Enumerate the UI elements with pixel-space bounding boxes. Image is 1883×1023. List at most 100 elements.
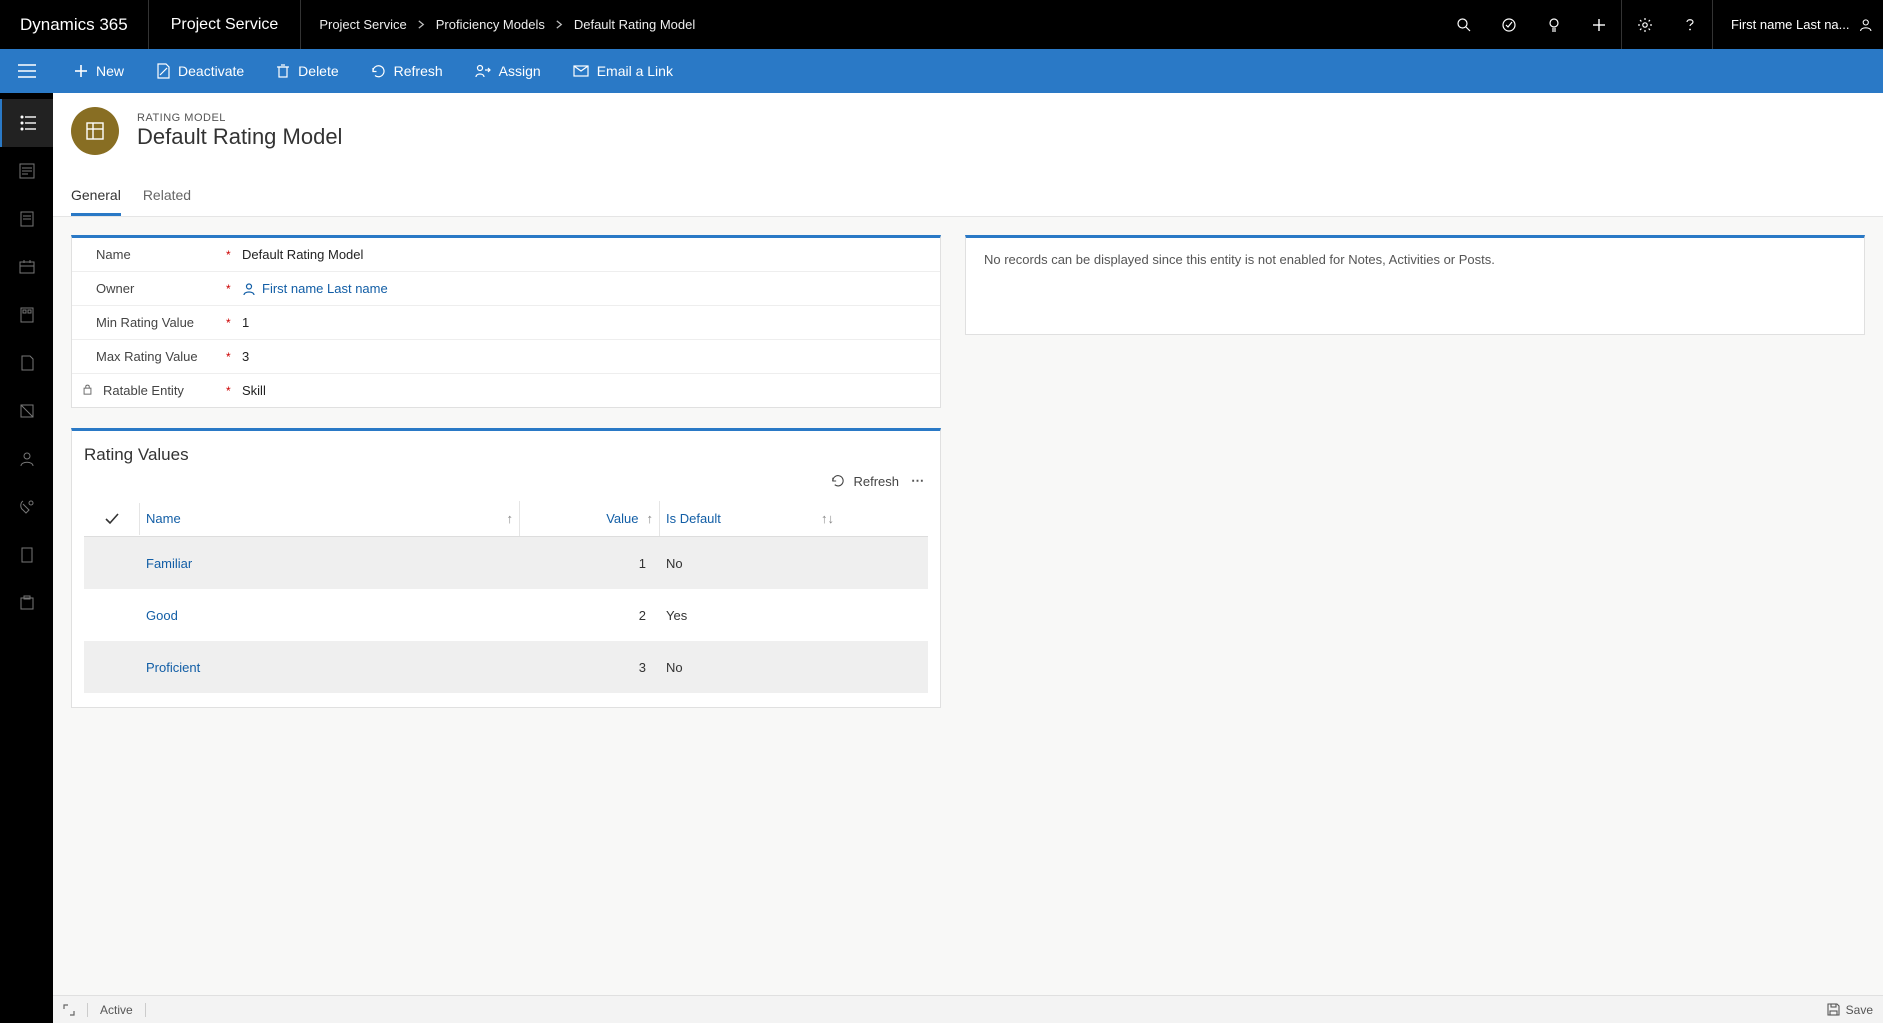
sort-both-icon: ↑↓: [821, 511, 834, 526]
min-rating-field[interactable]: 1: [242, 315, 249, 330]
chevron-right-icon: [555, 20, 564, 29]
search-icon[interactable]: [1441, 0, 1486, 49]
tab-related[interactable]: Related: [143, 187, 191, 216]
record-kicker: RATING MODEL: [137, 112, 342, 124]
save-button[interactable]: Save: [1827, 1003, 1873, 1017]
record-entity-icon: [71, 107, 119, 155]
owner-name: First name Last name: [262, 281, 388, 296]
label-name: Name: [96, 247, 226, 262]
delete-label: Delete: [298, 63, 338, 79]
column-select[interactable]: [84, 503, 140, 535]
table-row[interactable]: Good2Yes: [84, 589, 928, 641]
command-bar: New Deactivate Delete Refresh Assign Ema…: [0, 49, 1883, 93]
email-label: Email a Link: [597, 63, 673, 79]
label-max-rating: Max Rating Value: [96, 349, 226, 364]
record-state: Active: [100, 1003, 133, 1017]
rail-item-11[interactable]: [0, 579, 53, 627]
column-is-default[interactable]: Is Default ↑↓: [660, 501, 840, 536]
breadcrumb-item[interactable]: Proficiency Models: [436, 17, 545, 32]
owner-field[interactable]: First name Last name: [242, 281, 388, 296]
rail-item-8[interactable]: [0, 435, 53, 483]
cell-name[interactable]: Familiar: [140, 556, 520, 571]
tab-general[interactable]: General: [71, 187, 121, 216]
column-value[interactable]: Value ↑: [520, 501, 660, 536]
refresh-icon: [831, 474, 845, 488]
email-icon: [573, 65, 589, 77]
required-marker: *: [226, 350, 242, 364]
divider: [87, 1003, 88, 1017]
timeline-panel: No records can be displayed since this e…: [965, 235, 1865, 335]
rail-item-2[interactable]: [0, 147, 53, 195]
rail-item-1[interactable]: [0, 99, 53, 147]
save-label: Save: [1846, 1003, 1873, 1017]
column-name[interactable]: Name ↑: [140, 501, 520, 536]
new-button[interactable]: New: [62, 49, 136, 93]
page-body: RATING MODEL Default Rating Model Genera…: [53, 93, 1883, 995]
more-commands-icon[interactable]: ⋯: [911, 473, 926, 489]
refresh-icon: [371, 64, 386, 79]
max-rating-field[interactable]: 3: [242, 349, 249, 364]
rail-item-7[interactable]: [0, 387, 53, 435]
ratable-entity-field: Skill: [242, 383, 266, 398]
sort-asc-icon: ↑: [647, 511, 654, 526]
record-header: RATING MODEL Default Rating Model: [53, 93, 1883, 159]
brand-name[interactable]: Dynamics 365: [0, 0, 149, 49]
save-icon: [1827, 1003, 1840, 1016]
delete-button[interactable]: Delete: [264, 49, 350, 93]
hamburger-icon[interactable]: [0, 49, 53, 93]
timeline-empty-message: No records can be displayed since this e…: [984, 252, 1846, 267]
rail-item-6[interactable]: [0, 339, 53, 387]
plus-icon: [74, 64, 88, 78]
cell-value: 3: [520, 660, 660, 675]
breadcrumb-item[interactable]: Project Service: [319, 17, 406, 32]
cell-value: 1: [520, 556, 660, 571]
site-map-rail: [0, 93, 53, 1023]
subgrid-refresh-label: Refresh: [853, 474, 899, 489]
assign-button[interactable]: Assign: [463, 49, 553, 93]
expand-icon[interactable]: [63, 1004, 75, 1016]
assign-label: Assign: [499, 63, 541, 79]
gear-icon[interactable]: [1622, 0, 1667, 49]
deactivate-icon: [156, 63, 170, 79]
cell-name[interactable]: Good: [140, 608, 520, 623]
refresh-button[interactable]: Refresh: [359, 49, 455, 93]
cell-is-default: No: [660, 556, 840, 571]
plus-icon[interactable]: [1576, 0, 1621, 49]
general-form-panel: Name * Default Rating Model Owner * Firs…: [71, 235, 941, 408]
table-row[interactable]: Proficient3No: [84, 641, 928, 693]
person-icon: [242, 282, 256, 296]
rail-item-9[interactable]: [0, 483, 53, 531]
check-icon: [105, 513, 119, 525]
breadcrumb-item[interactable]: Default Rating Model: [574, 17, 695, 32]
rail-item-5[interactable]: [0, 291, 53, 339]
label-min-rating: Min Rating Value: [96, 315, 226, 330]
cell-is-default: No: [660, 660, 840, 675]
sort-asc-icon: ↑: [507, 511, 514, 526]
assign-icon: [475, 64, 491, 78]
rail-item-10[interactable]: [0, 531, 53, 579]
required-marker: *: [226, 316, 242, 330]
lightbulb-icon[interactable]: [1531, 0, 1576, 49]
app-module-name[interactable]: Project Service: [149, 0, 302, 49]
help-icon[interactable]: [1667, 0, 1712, 49]
form-tabs: General Related: [53, 159, 1883, 217]
rating-values-grid: Familiar1NoGood2YesProficient3No: [84, 537, 928, 693]
rail-item-4[interactable]: [0, 243, 53, 291]
rail-item-3[interactable]: [0, 195, 53, 243]
task-flow-icon[interactable]: [1486, 0, 1531, 49]
lock-icon: [82, 383, 97, 398]
deactivate-button[interactable]: Deactivate: [144, 49, 256, 93]
new-label: New: [96, 63, 124, 79]
user-display-name: First name Last na...: [1731, 17, 1850, 32]
email-link-button[interactable]: Email a Link: [561, 49, 685, 93]
trash-icon: [276, 63, 290, 79]
table-row[interactable]: Familiar1No: [84, 537, 928, 589]
subgrid-refresh-button[interactable]: Refresh: [831, 474, 899, 489]
cell-name[interactable]: Proficient: [140, 660, 520, 675]
name-field[interactable]: Default Rating Model: [242, 247, 363, 262]
page-title: Default Rating Model: [137, 124, 342, 150]
required-marker: *: [226, 248, 242, 262]
deactivate-label: Deactivate: [178, 63, 244, 79]
cell-is-default: Yes: [660, 608, 840, 623]
user-menu[interactable]: First name Last na...: [1713, 16, 1883, 34]
